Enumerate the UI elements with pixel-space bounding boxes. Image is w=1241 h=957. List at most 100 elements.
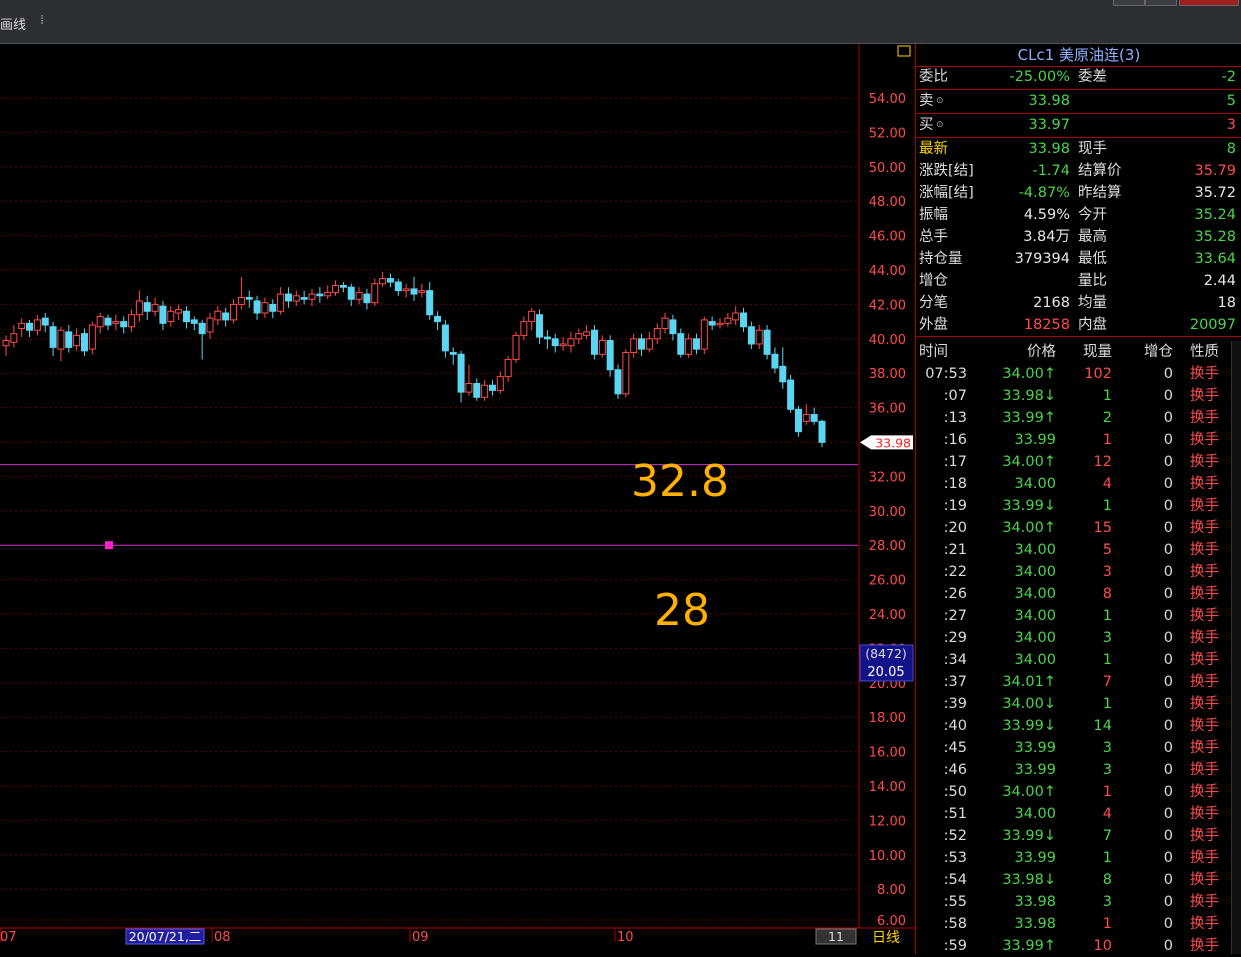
- candle-body[interactable]: [402, 288, 410, 292]
- candle-body[interactable]: [222, 312, 230, 321]
- candle-body[interactable]: [96, 315, 104, 328]
- tick-row[interactable]: :18 34.00 4 0 换手: [916, 473, 1241, 495]
- tick-row[interactable]: :34 34.00 1 0 换手: [916, 649, 1241, 671]
- candle-body[interactable]: [394, 281, 402, 292]
- candle-body[interactable]: [112, 321, 120, 324]
- candle-body[interactable]: [504, 358, 512, 378]
- header-time[interactable]: 时间: [919, 341, 967, 363]
- candle-body[interactable]: [645, 338, 653, 350]
- candle-body[interactable]: [253, 300, 261, 314]
- candle-body[interactable]: [575, 333, 583, 340]
- tick-row[interactable]: :55 33.98 3 0 换手: [916, 891, 1241, 913]
- candle-body[interactable]: [18, 322, 26, 329]
- candle-body[interactable]: [355, 291, 363, 300]
- candle-body[interactable]: [33, 319, 41, 331]
- candle-body[interactable]: [363, 293, 371, 304]
- candle-body[interactable]: [151, 303, 159, 312]
- candle-body[interactable]: [818, 420, 826, 443]
- candle-body[interactable]: [104, 317, 112, 326]
- candle-body[interactable]: [536, 314, 544, 338]
- candle-body[interactable]: [167, 310, 175, 323]
- tick-row[interactable]: :50 34.00↑ 1 0 换手: [916, 781, 1241, 803]
- candle-body[interactable]: [245, 297, 253, 300]
- chart-corner-icon[interactable]: [897, 45, 911, 57]
- candle-body[interactable]: [685, 338, 693, 355]
- candle-body[interactable]: [269, 303, 277, 312]
- candle-body[interactable]: [590, 329, 598, 355]
- candle-body[interactable]: [284, 293, 292, 302]
- ticks-scrollbar[interactable]: [1231, 341, 1241, 954]
- header-price[interactable]: 价格: [976, 341, 1056, 363]
- tick-row[interactable]: :53 33.99 1 0 换手: [916, 847, 1241, 869]
- tick-row[interactable]: :54 33.98↓ 8 0 换手: [916, 869, 1241, 891]
- candle-body[interactable]: [214, 310, 222, 321]
- tick-row[interactable]: :22 34.00 3 0 换手: [916, 561, 1241, 583]
- candle-body[interactable]: [2, 340, 10, 347]
- candle-body[interactable]: [230, 303, 238, 321]
- candle-body[interactable]: [237, 297, 245, 305]
- maximize-button[interactable]: [1145, 0, 1177, 6]
- candle-body[interactable]: [465, 383, 473, 393]
- candle-body[interactable]: [10, 333, 18, 343]
- candle-body[interactable]: [755, 329, 763, 345]
- close-button[interactable]: [1179, 0, 1239, 6]
- header-oi-change[interactable]: 增仓: [1121, 341, 1173, 363]
- candle-body[interactable]: [724, 317, 732, 324]
- period-selector[interactable]: 日线: [872, 930, 900, 946]
- candle-body[interactable]: [692, 338, 700, 350]
- candle-body[interactable]: [441, 324, 449, 352]
- tick-row[interactable]: :37 34.01↑ 7 0 换手: [916, 671, 1241, 693]
- candle-body[interactable]: [261, 302, 269, 314]
- candle-body[interactable]: [528, 310, 536, 323]
- candlestick-chart[interactable]: 54.00 52.00 50.00 48.00 46.00 44.00 42.00 40.00…: [0, 44, 915, 954]
- tick-row[interactable]: :45 33.99 3 0 换手: [916, 737, 1241, 759]
- candle-body[interactable]: [732, 312, 740, 321]
- candle-body[interactable]: [41, 317, 49, 326]
- header-volume[interactable]: 现量: [1066, 341, 1112, 363]
- tick-row[interactable]: :39 34.00↓ 1 0 换手: [916, 693, 1241, 715]
- candle-body[interactable]: [159, 305, 167, 324]
- candle-body[interactable]: [512, 334, 520, 360]
- candle-body[interactable]: [386, 278, 394, 283]
- tick-row[interactable]: 07:53 34.00↑ 102 0 换手: [916, 363, 1241, 385]
- candle-body[interactable]: [300, 297, 308, 300]
- candle-body[interactable]: [379, 278, 387, 285]
- candle-body[interactable]: [206, 317, 214, 333]
- candle-body[interactable]: [410, 288, 418, 295]
- candle-body[interactable]: [128, 314, 136, 328]
- tick-row[interactable]: :29 34.00 3 0 换手: [916, 627, 1241, 649]
- candle-body[interactable]: [583, 331, 591, 336]
- tick-row[interactable]: :17 34.00↑ 12 0 换手: [916, 451, 1241, 473]
- candle-body[interactable]: [175, 309, 183, 314]
- candle-body[interactable]: [473, 383, 481, 398]
- candle-body[interactable]: [190, 319, 198, 324]
- candle-body[interactable]: [449, 352, 457, 355]
- candle-body[interactable]: [488, 384, 496, 391]
- tick-row[interactable]: :40 33.99↓ 14 0 换手: [916, 715, 1241, 737]
- candle-body[interactable]: [26, 322, 34, 331]
- candle-body[interactable]: [316, 293, 324, 297]
- tick-row[interactable]: :52 33.99↓ 7 0 换手: [916, 825, 1241, 847]
- candle-body[interactable]: [73, 334, 81, 347]
- tick-row[interactable]: :58 33.98 1 0 换手: [916, 913, 1241, 935]
- candle-body[interactable]: [740, 312, 748, 328]
- candle-body[interactable]: [182, 310, 190, 323]
- candle-body[interactable]: [57, 329, 65, 350]
- candle-body[interactable]: [198, 322, 206, 335]
- candle-body[interactable]: [700, 319, 708, 350]
- candle-body[interactable]: [120, 321, 128, 328]
- candle-body[interactable]: [622, 352, 630, 395]
- candle-body[interactable]: [543, 336, 551, 340]
- candle-body[interactable]: [771, 353, 779, 369]
- candle-body[interactable]: [551, 338, 559, 347]
- toolbar-more-icon[interactable]: ⁞: [40, 13, 44, 28]
- tick-row[interactable]: :19 33.99↓ 1 0 换手: [916, 495, 1241, 517]
- candle-body[interactable]: [677, 333, 685, 355]
- candle-body[interactable]: [496, 376, 504, 391]
- candle-body[interactable]: [779, 365, 787, 383]
- candle-body[interactable]: [630, 338, 638, 354]
- candle-body[interactable]: [308, 293, 316, 300]
- info-icon[interactable]: ⊙: [936, 90, 944, 112]
- tick-row[interactable]: :16 33.99 1 0 换手: [916, 429, 1241, 451]
- candle-body[interactable]: [418, 290, 426, 293]
